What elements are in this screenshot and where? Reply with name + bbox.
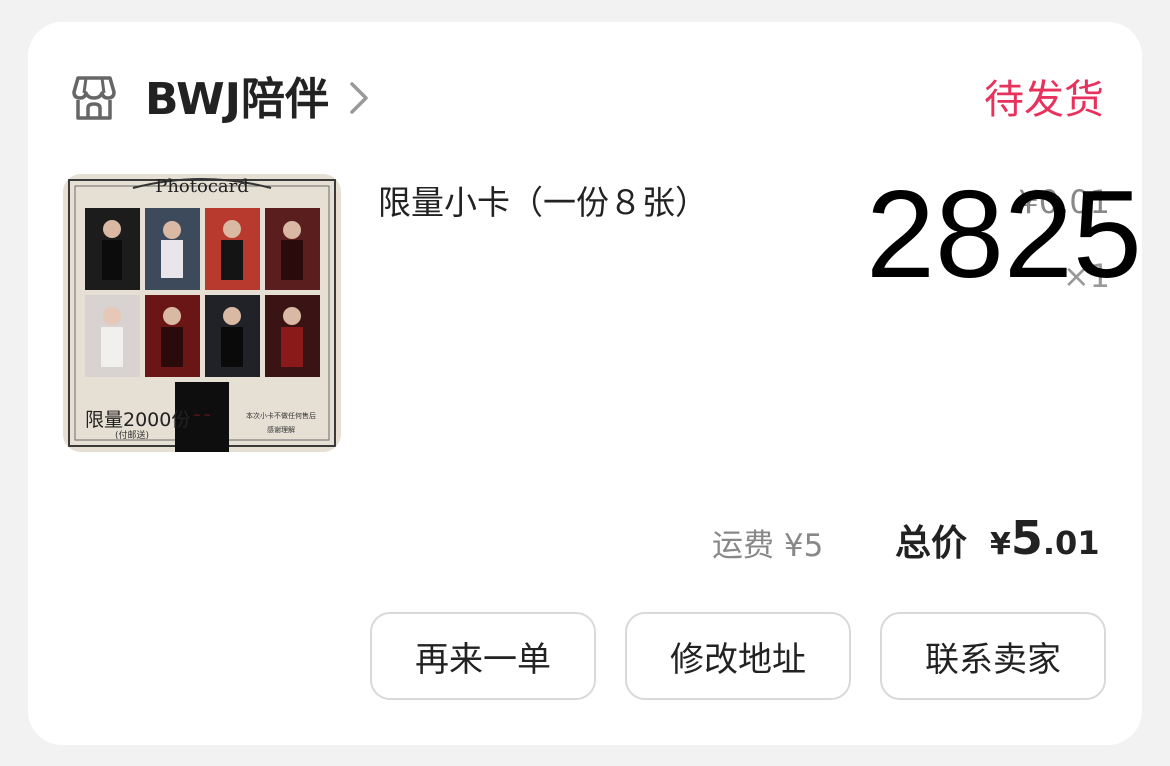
chevron-right-icon[interactable] <box>346 80 374 116</box>
thumb-header: Photocard <box>155 176 249 197</box>
total-integer: 5 <box>1010 511 1043 565</box>
shipping-fee: 运费 ¥5 <box>712 524 823 568</box>
thumb-sub-text: (付邮送) <box>115 429 149 441</box>
total-decimal: .01 <box>1042 524 1100 562</box>
svg-text:~ ~: ~ ~ <box>193 411 211 421</box>
total-value: ¥5.01 <box>990 508 1100 579</box>
product-image-art: Photocard ~ ~ 限量2000份 (付邮送) 本次小卡不做任何售后 感… <box>63 174 341 452</box>
shipping-label: 运费 <box>712 528 774 564</box>
order-status: 待发货 <box>984 77 1104 123</box>
product-title[interactable]: 限量小卡（一份８张） <box>378 180 708 226</box>
overlay-number: 2825 <box>866 166 1142 304</box>
total-label: 总价 <box>895 523 968 564</box>
edit-address-button[interactable]: 修改地址 <box>625 612 851 700</box>
store-icon <box>72 76 116 120</box>
store-name[interactable]: BWJ陪伴 <box>145 72 329 128</box>
thumb-note-2: 感谢理解 <box>267 425 295 434</box>
shipping-value: ¥5 <box>783 528 824 564</box>
thumb-note-1: 本次小卡不做任何售后 <box>246 411 316 420</box>
thumb-limited-text: 限量2000份 <box>85 409 190 431</box>
product-image[interactable]: Photocard ~ ~ 限量2000份 (付邮送) 本次小卡不做任何售后 感… <box>63 174 341 452</box>
total-currency: ¥ <box>990 527 1011 562</box>
reorder-button[interactable]: 再来一单 <box>370 612 596 700</box>
contact-seller-button[interactable]: 联系卖家 <box>880 612 1106 700</box>
